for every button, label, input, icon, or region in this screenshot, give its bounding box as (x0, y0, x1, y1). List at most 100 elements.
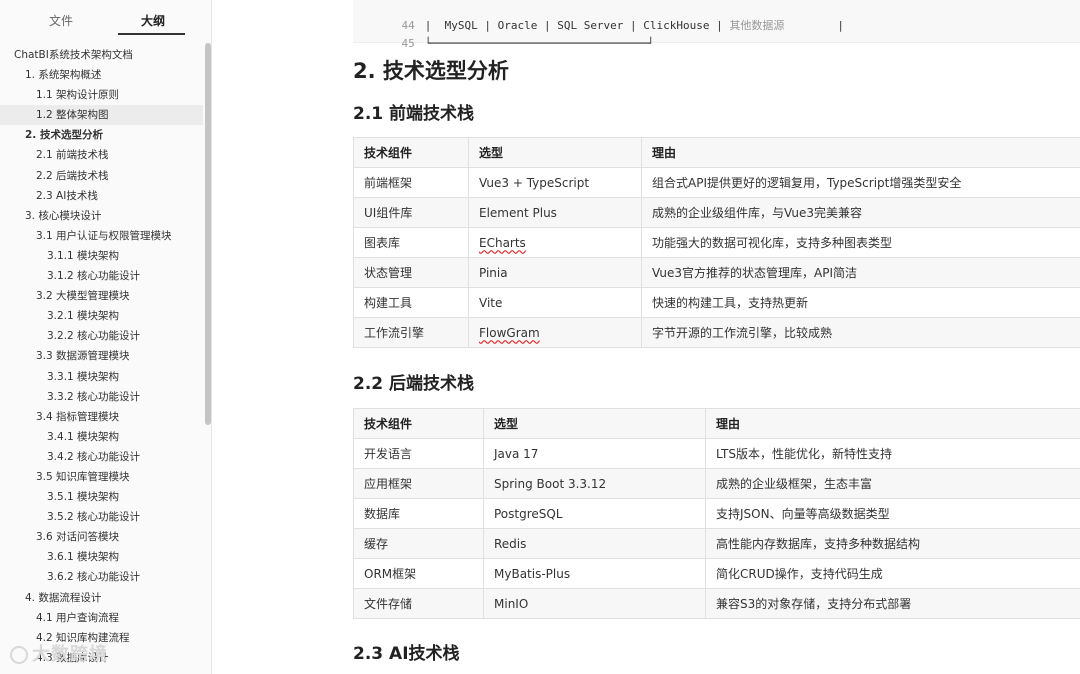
table-cell[interactable]: MinIO (483, 588, 706, 619)
outline-item[interactable]: 1.2 整体架构图 (0, 105, 203, 126)
table-cell[interactable]: UI组件库 (353, 197, 469, 228)
cell-text: 成熟的企业级组件库，与Vue3完美兼容 (652, 206, 863, 220)
table-cell[interactable]: 构建工具 (353, 287, 469, 318)
table-row: UI组件库 Element Plus 成熟的企业级组件库，与Vue3完美兼容 (353, 197, 1080, 228)
code-text: └───────────────────────────────────────… (424, 37, 654, 50)
document-editor[interactable]: 44 | MySQL | Oracle | SQL Server | ClickH… (213, 0, 1080, 674)
table-cell[interactable]: 文件存储 (353, 588, 484, 619)
tab-file[interactable]: 文件 (49, 12, 73, 29)
table-cell[interactable]: 工作流引擎 (353, 317, 469, 348)
cell-text: Spring Boot 3.3.12 (494, 476, 607, 491)
table-cell[interactable]: Vue3 + TypeScript (468, 167, 642, 198)
table-cell[interactable]: 字节开源的工作流引擎，比较成熟 (641, 317, 1080, 348)
outline-item[interactable]: 3.3.1 模块架构 (0, 367, 203, 387)
outline-item[interactable]: 2. 技术选型分析 (0, 125, 203, 145)
table-cell[interactable]: Pinia (468, 257, 642, 288)
outline-item[interactable]: 3.6 对话问答模块 (0, 527, 203, 547)
outline-item[interactable]: 2.2 后端技术栈 (0, 166, 203, 186)
cell-text: 状态管理 (364, 266, 413, 280)
outline-item[interactable]: 2.1 前端技术栈 (0, 145, 203, 165)
outline-item[interactable]: 3.3 数据源管理模块 (0, 346, 203, 366)
table-cell[interactable]: 图表库 (353, 227, 469, 258)
outline-item[interactable]: 2.3 AI技术栈 (0, 186, 203, 206)
table-cell[interactable]: 成熟的企业级组件库，与Vue3完美兼容 (641, 197, 1080, 228)
outline-item[interactable]: 1. 系统架构概述 (0, 65, 203, 85)
table-row: 前端框架 Vue3 + TypeScript 组合式API提供更好的逻辑复用，Typ… (353, 167, 1080, 198)
outline-item[interactable]: 3. 核心模块设计 (0, 206, 203, 226)
table-cell[interactable]: 简化CRUD操作，支持代码生成 (705, 558, 1080, 589)
outline-item[interactable]: 3.3.2 核心功能设计 (0, 387, 203, 407)
table-cell[interactable]: 数据库 (353, 498, 484, 529)
outline-item[interactable]: 3.1.1 模块架构 (0, 246, 203, 266)
table-cell[interactable]: ORM框架 (353, 558, 484, 589)
outline-item[interactable]: 3.1 用户认证与权限管理模块 (0, 226, 203, 246)
outline-item[interactable]: 3.2 大模型管理模块 (0, 286, 203, 306)
outline-item[interactable]: 1.1 架构设计原则 (0, 85, 203, 105)
cell-text: PostgreSQL (494, 506, 563, 521)
code-comment: 其他数据源 (729, 19, 785, 32)
section-heading-tech-selection: 2. 技术选型分析 (353, 59, 509, 83)
outline-item[interactable]: 3.6.2 核心功能设计 (0, 567, 203, 587)
table-cell[interactable]: ECharts (468, 227, 642, 258)
table-row: 工作流引擎 FlowGram 字节开源的工作流引擎，比较成熟 (353, 317, 1080, 348)
ai-heading: 2.3 AI技术栈 (353, 644, 460, 664)
cell-text: 应用框架 (364, 477, 413, 491)
cell-text: 支持JSON、向量等高级数据类型 (716, 507, 890, 521)
table-row: 状态管理 Pinia Vue3官方推荐的状态管理库，API简洁 (353, 257, 1080, 288)
sidebar-scrollbar[interactable] (205, 43, 211, 425)
code-block[interactable]: 44 | MySQL | Oracle | SQL Server | ClickH… (353, 0, 1080, 50)
table-cell[interactable]: Vue3官方推荐的状态管理库，API简洁 (641, 257, 1080, 288)
table-cell[interactable]: 组合式API提供更好的逻辑复用，TypeScript增强类型安全 (641, 167, 1080, 198)
table-cell[interactable]: 成熟的企业级框架，生态丰富 (705, 468, 1080, 499)
code-line: 44 | MySQL | Oracle | SQL Server | ClickH… (353, 0, 845, 32)
column-header: 理由 (705, 408, 1080, 439)
outline-item[interactable]: 3.4.1 模块架构 (0, 427, 203, 447)
outline-item[interactable]: 3.6.1 模块架构 (0, 547, 203, 567)
outline-item[interactable]: 3.5.2 核心功能设计 (0, 507, 203, 527)
watermark-logo-icon (10, 646, 28, 664)
outline-item[interactable]: ChatBI系统技术架构文档 (0, 45, 203, 65)
outline-item[interactable]: 3.5.1 模块架构 (0, 487, 203, 507)
table-cell[interactable]: FlowGram (468, 317, 642, 348)
watermark: 大数跨境 (10, 640, 108, 666)
cell-text: 高性能内存数据库，支持多种数据结构 (716, 537, 921, 551)
cell-text: 组合式API提供更好的逻辑复用，TypeScript增强类型安全 (652, 176, 962, 190)
column-header: 技术组件 (353, 137, 469, 168)
code-line: 45 └─────────────────────────────────────… (353, 18, 654, 50)
outline-item[interactable]: 3.5 知识库管理模块 (0, 467, 203, 487)
column-header: 技术组件 (353, 408, 484, 439)
table-cell[interactable]: PostgreSQL (483, 498, 706, 529)
cell-text: 快速的构建工具，支持热更新 (652, 296, 809, 310)
table-cell[interactable]: LTS版本，性能优化，新特性支持 (705, 438, 1080, 469)
table-cell[interactable]: 支持JSON、向量等高级数据类型 (705, 498, 1080, 529)
outline-item[interactable]: 3.1.2 核心功能设计 (0, 266, 203, 286)
outline-item[interactable]: 4.1 用户查询流程 (0, 608, 203, 628)
frontend-tech-table: 技术组件 选型 理由 前端框架 Vue3 + TypeScript 组合式API提供更好… (353, 137, 1080, 348)
table-cell[interactable]: Element Plus (468, 197, 642, 228)
table-cell[interactable]: 功能强大的数据可视化库，支持多种图表类型 (641, 227, 1080, 258)
tab-outline[interactable]: 大纲 (141, 12, 165, 29)
cell-text: 前端框架 (364, 176, 413, 190)
table-cell[interactable]: 应用框架 (353, 468, 484, 499)
table-cell[interactable]: Spring Boot 3.3.12 (483, 468, 706, 499)
table-cell[interactable]: 快速的构建工具，支持热更新 (641, 287, 1080, 318)
table-cell[interactable]: 高性能内存数据库，支持多种数据结构 (705, 528, 1080, 559)
cell-text: Redis (494, 536, 527, 551)
table-cell[interactable]: Vite (468, 287, 642, 318)
table-cell[interactable]: 开发语言 (353, 438, 484, 469)
outline-item[interactable]: 3.4 指标管理模块 (0, 407, 203, 427)
cell-text: 图表库 (364, 236, 401, 250)
cell-text: 兼容S3的对象存储，支持分布式部署 (716, 597, 912, 611)
table-cell[interactable]: Java 17 (483, 438, 706, 469)
table-cell[interactable]: MyBatis-Plus (483, 558, 706, 589)
outline-item[interactable]: 3.4.2 核心功能设计 (0, 447, 203, 467)
table-cell[interactable]: 缓存 (353, 528, 484, 559)
table-cell[interactable]: Redis (483, 528, 706, 559)
table-row: 缓存 Redis 高性能内存数据库，支持多种数据结构 (353, 528, 1080, 559)
outline-item[interactable]: 3.2.1 模块架构 (0, 306, 203, 326)
table-cell[interactable]: 前端框架 (353, 167, 469, 198)
table-cell[interactable]: 状态管理 (353, 257, 469, 288)
outline-item[interactable]: 4. 数据流程设计 (0, 588, 203, 608)
outline-item[interactable]: 3.2.2 核心功能设计 (0, 326, 203, 346)
table-cell[interactable]: 兼容S3的对象存储，支持分布式部署 (705, 588, 1080, 619)
